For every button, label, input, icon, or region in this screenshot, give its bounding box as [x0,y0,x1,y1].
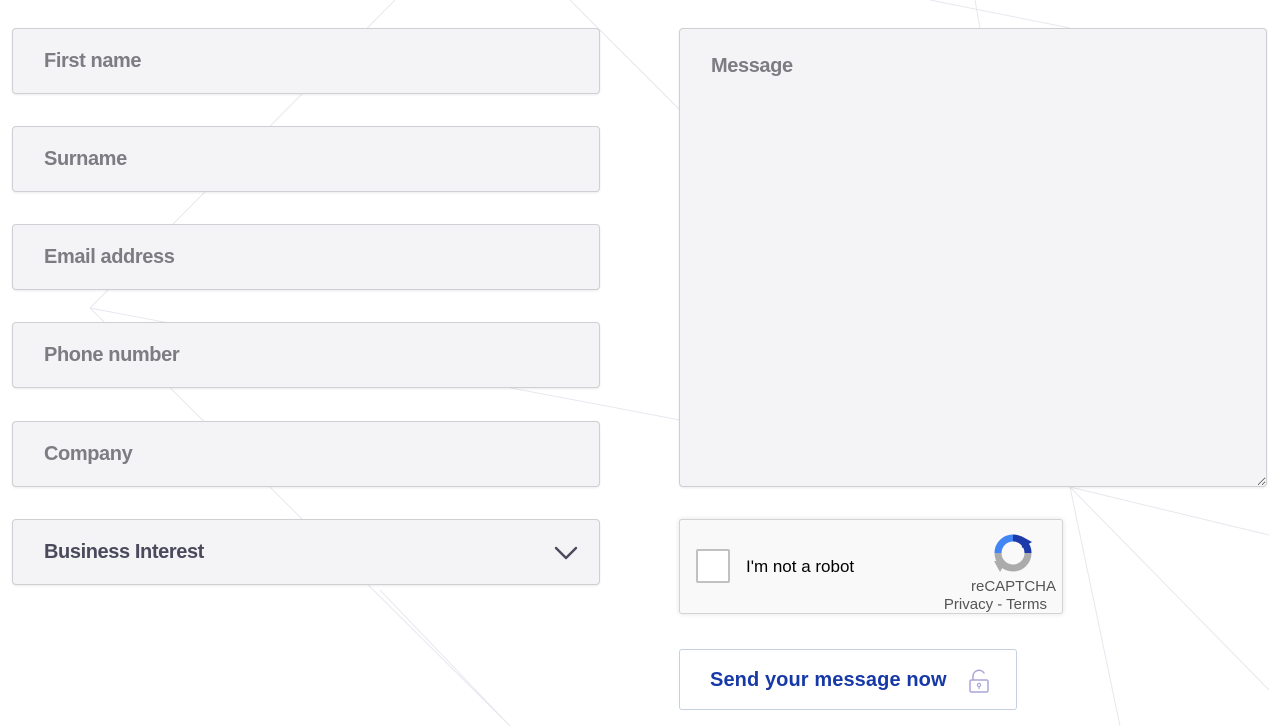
recaptcha-label: I'm not a robot [746,557,855,576]
recaptcha-link-separator: - [993,596,1007,613]
business-interest-value: Business Interest [44,541,204,563]
recaptcha-brand: reCAPTCHA [970,578,1056,595]
first-name-input[interactable] [12,28,600,94]
recaptcha-privacy-link[interactable]: Privacy [944,596,993,613]
recaptcha-checkbox[interactable] [696,549,730,583]
email-input[interactable] [12,224,600,290]
recaptcha-terms-link[interactable]: Terms [1006,596,1047,613]
message-textarea[interactable] [679,28,1267,487]
recaptcha-links: Privacy - Terms [944,596,1047,613]
business-interest-select[interactable]: Business Interest [12,519,600,585]
recaptcha-widget: I'm not a robot reCAPTCHA Privacy - Term… [679,519,1063,614]
chevron-down-icon [554,546,578,560]
surname-input[interactable] [12,126,600,192]
send-message-label: Send your message now [710,669,947,691]
lock-icon [969,669,989,693]
recaptcha-logo-icon [994,534,1032,572]
company-input[interactable] [12,421,600,487]
phone-input[interactable] [12,322,600,388]
send-message-button[interactable]: Send your message now [679,649,1017,710]
